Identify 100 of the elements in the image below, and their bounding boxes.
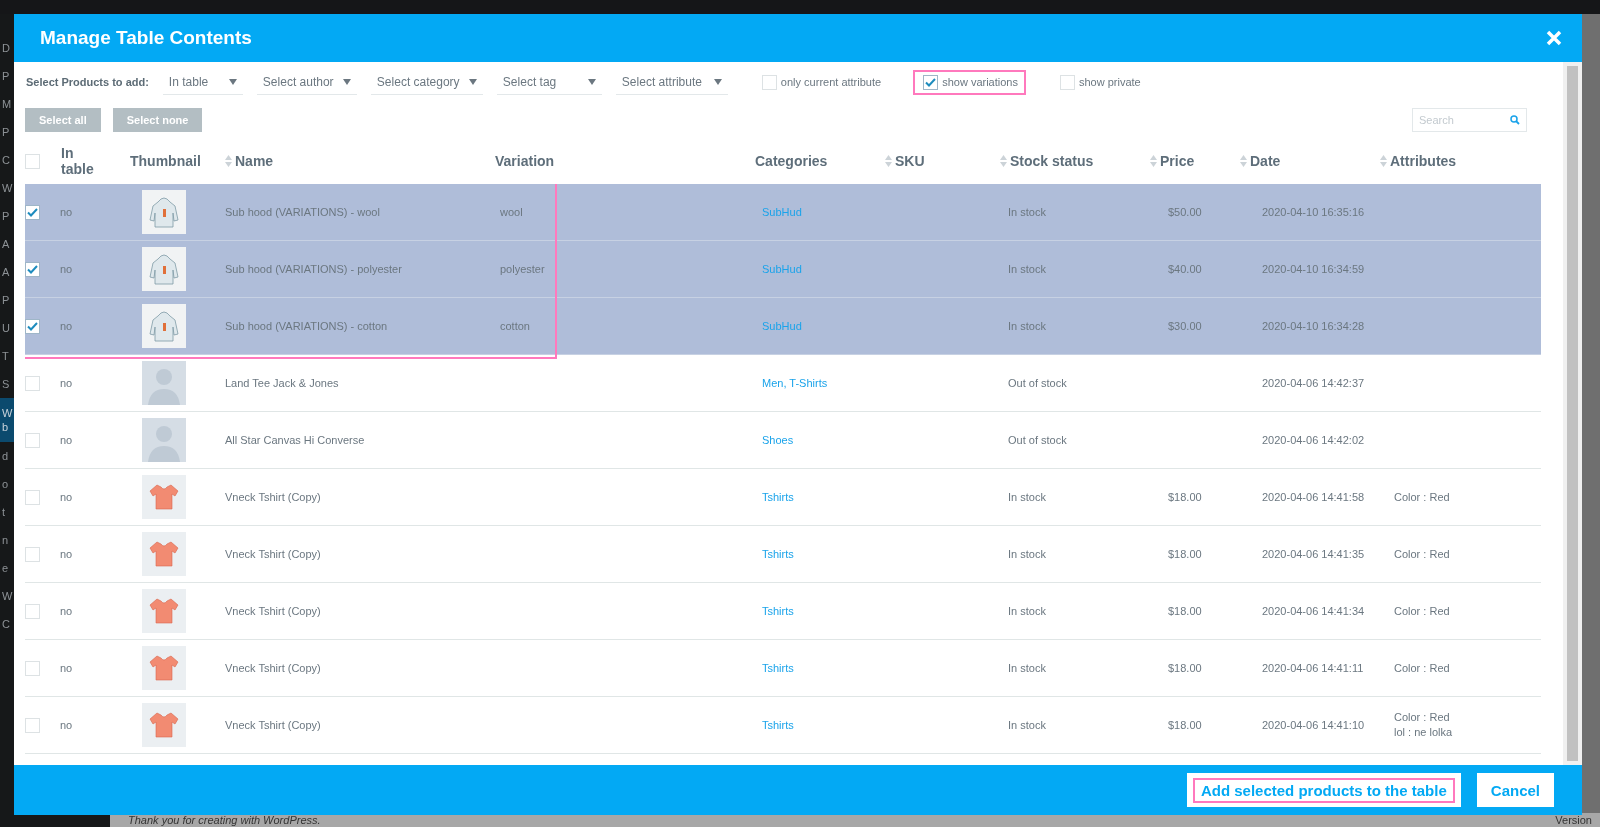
date-cell-text: 2020-04-06 14:41:58 [1261,491,1366,503]
table-row[interactable]: no Sub hood (VARIATIONS) - polyester polyester SubHud In stock $40.00 2020-04-10 16:34:59 [25,241,1541,298]
filter-dropdown[interactable]: Select author [256,69,357,95]
column-header: Attributes [1390,153,1457,169]
in-table-cell-text: no [60,719,74,731]
column-header: Date [1250,153,1281,169]
checkbox-label: show variations [942,76,1018,88]
price-cell-text: $18.00 [1167,491,1203,503]
caret-icon [713,78,722,85]
hoodie-icon [142,247,186,291]
tshirt-icon [142,703,186,747]
filter-label: Select Products to add: [26,76,149,88]
category-link[interactable]: Tshirts [762,605,794,617]
tshirt-icon [142,589,186,633]
attribute-text: Color : Red [1394,660,1451,676]
price-cell-text: $30.00 [1167,320,1203,332]
price-cell-text: $18.00 [1167,719,1203,731]
name-cell-text: Vneck Tshirt (Copy) [225,491,322,503]
column-header: Categories [755,153,828,169]
in-table-cell-text: no [60,662,74,674]
stock-status-cell-text: In stock [1007,320,1047,332]
category-link[interactable]: Tshirts [762,662,794,674]
category-link[interactable]: Shoes [762,434,794,446]
filter-dropdown[interactable]: In table [162,69,243,95]
name-cell-text: Sub hood (VARIATIONS) - cotton [225,320,389,332]
sort-icon[interactable] [1240,155,1247,167]
stock-status-cell-text: In stock [1007,491,1047,503]
stock-status-cell-text: Out of stock [1007,377,1068,389]
date-cell-text: 2020-04-06 14:42:02 [1261,434,1366,446]
attribute-text: Color : Red [1394,603,1451,619]
name-cell-text: Sub hood (VARIATIONS) - polyester [225,263,403,275]
search-field[interactable]: Search [1412,108,1527,132]
caret-icon [342,78,351,85]
date-cell-text: 2020-04-06 14:41:10 [1261,719,1366,731]
price-cell-text: $18.00 [1167,548,1203,560]
table-row[interactable]: no Sub hood (VARIATIONS) - cotton cotton SubHud In stock $30.00 2020-04-10 16:34:28 [25,298,1541,355]
table-row[interactable]: no Sub hood (VARIATIONS) - wool wool SubHud In stock $50.00 2020-04-10 16:35:16 [25,184,1541,241]
stock-status-cell-text: In stock [1007,605,1047,617]
sort-icon[interactable] [1380,155,1387,167]
in-table-cell-text: no [60,491,74,503]
price-cell-text: $40.00 [1167,263,1203,275]
sort-icon[interactable] [1150,155,1157,167]
variation-cell-text: polyester [499,263,546,275]
column-header: Stock status [1010,153,1094,169]
name-cell-text: Sub hood (VARIATIONS) - wool [225,206,381,218]
in-table-cell-text: no [60,263,74,275]
close-button[interactable] [1546,30,1562,46]
price-cell-text: $18.00 [1167,605,1203,617]
date-cell-text: 2020-04-06 14:42:37 [1261,377,1366,389]
filter-dropdown[interactable]: Select category [370,69,483,95]
price-cell-text: $50.00 [1167,206,1203,218]
date-cell-text: 2020-04-10 16:34:28 [1261,320,1366,332]
in-table-cell-text: no [60,377,74,389]
name-cell-text: Land Tee Jack & Jones [225,377,340,389]
search-icon [1510,115,1520,125]
filter-dropdown[interactable]: Select attribute [615,69,728,95]
footer-text: Thank you for creating with WordPress. [128,814,321,826]
tshirt-icon [142,646,186,690]
category-link[interactable]: Tshirts [762,491,794,503]
category-link[interactable]: Men, T-Shirts [762,377,828,389]
name-cell-text: Vneck Tshirt (Copy) [225,605,322,617]
name-cell-text: All Star Canvas Hi Converse [225,434,366,446]
category-link[interactable]: Tshirts [762,719,794,731]
person-silhouette-icon [142,361,186,405]
column-header: In table [61,145,95,177]
attribute-text: Color : Red [1394,710,1451,725]
variation-cell-text: wool [499,206,524,218]
filter-dropdown[interactable]: Select tag [496,69,602,95]
sort-icon[interactable] [1000,155,1007,167]
in-table-cell-text: no [60,434,74,446]
date-cell-text: 2020-04-06 14:41:35 [1261,548,1366,560]
name-cell-text: Vneck Tshirt (Copy) [225,662,322,674]
action-button[interactable]: Add selected products to the table [1186,773,1461,807]
hoodie-icon [142,304,186,348]
attribute-text: Color : Red [1394,489,1451,505]
scrollbar[interactable] [1563,62,1582,765]
stock-status-cell-text: Out of stock [1007,434,1068,446]
sort-icon[interactable] [225,155,232,167]
stock-status-cell-text: In stock [1007,662,1047,674]
select-all-checkbox[interactable] [25,153,40,169]
column-header: SKU [895,153,925,169]
date-cell-text: 2020-04-06 14:41:34 [1261,605,1366,617]
category-link[interactable]: Tshirts [762,548,794,560]
in-table-cell-text: no [60,206,74,218]
stock-status-cell-text: In stock [1007,719,1047,731]
in-table-cell-text: no [60,605,74,617]
person-silhouette-icon [142,418,186,462]
hoodie-icon [142,190,186,234]
dialog-title: Manage Table Contents [40,27,252,49]
stock-status-cell-text: In stock [1007,263,1047,275]
variation-cell-text: cotton [499,320,531,332]
caret-icon [587,78,596,85]
caret-icon [468,78,477,85]
sort-icon[interactable] [885,155,892,167]
attribute-text: lol : ne lolka [1394,725,1454,740]
action-button[interactable]: Cancel [1476,773,1554,807]
column-header: Price [1160,153,1195,169]
column-header: Thumbnail [130,153,201,169]
version-text: Version [1555,814,1592,826]
name-cell-text: Vneck Tshirt (Copy) [225,719,322,731]
